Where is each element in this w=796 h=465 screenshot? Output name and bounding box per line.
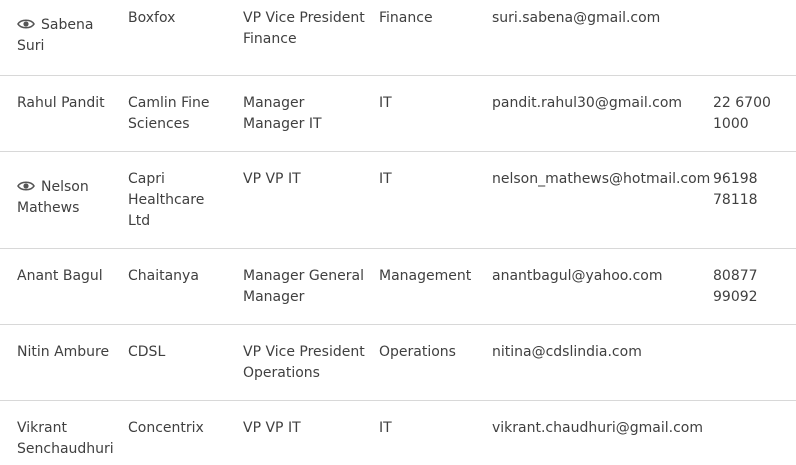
email-cell[interactable]: suri.sabena@gmail.com [492, 8, 707, 29]
company-cell: Chaitanya [128, 268, 199, 284]
company-cell: Camlin Fine Sciences [128, 95, 210, 132]
email-cell[interactable]: nitina@cdslindia.com [492, 342, 707, 363]
department-cell: Finance [379, 10, 433, 26]
designation-cell: Manager Manager IT [243, 95, 322, 132]
phone-cell: 96198 78118 [713, 171, 758, 208]
department-cell: Operations [379, 344, 456, 360]
contact-name-cell[interactable]: Anant Bagul [17, 266, 117, 287]
table-row: Vikrant Senchaudhuri Concentrix VP VP IT… [0, 401, 796, 465]
table-row: Nelson Mathews Capri Healthcare Ltd VP V… [0, 152, 796, 249]
contact-name-cell[interactable]: Nitin Ambure [17, 342, 117, 363]
contact-name-cell[interactable]: Sabena Suri [17, 15, 117, 57]
contact-name: Rahul Pandit [17, 95, 105, 111]
designation-cell: Manager General Manager [243, 268, 364, 305]
contacts-table: Sabena Suri Boxfox VP Vice President Fin… [0, 0, 796, 465]
company-cell: Capri Healthcare Ltd [128, 171, 205, 229]
contact-name: Anant Bagul [17, 268, 103, 284]
contact-name-cell[interactable]: Nelson Mathews [17, 177, 117, 219]
designation-cell: VP VP IT [243, 171, 301, 187]
eye-icon[interactable] [17, 180, 35, 192]
company-cell: CDSL [128, 344, 166, 360]
email-cell[interactable]: pandit.rahul30@gmail.com [492, 93, 707, 114]
eye-icon[interactable] [17, 18, 35, 30]
email-cell[interactable]: nelson_mathews@hotmail.com [492, 169, 710, 190]
table-row: Nitin Ambure CDSL VP Vice President Oper… [0, 325, 796, 401]
company-cell: Boxfox [128, 10, 176, 26]
designation-cell: VP VP IT [243, 420, 301, 436]
table-row: Anant Bagul Chaitanya Manager General Ma… [0, 249, 796, 325]
department-cell: Management [379, 268, 472, 284]
table-row: Sabena Suri Boxfox VP Vice President Fin… [0, 0, 796, 76]
contact-name: Nitin Ambure [17, 344, 110, 360]
designation-cell: VP Vice President Finance [243, 10, 365, 47]
contact-name: Vikrant Senchaudhuri [17, 420, 114, 457]
email-cell[interactable]: vikrant.chaudhuri@gmail.com [492, 418, 707, 439]
department-cell: IT [379, 420, 392, 436]
table-row: Rahul Pandit Camlin Fine Sciences Manage… [0, 76, 796, 152]
contact-name-cell[interactable]: Vikrant Senchaudhuri [17, 418, 117, 460]
phone-cell: 22 6700 1000 [713, 95, 771, 132]
company-cell: Concentrix [128, 420, 204, 436]
contact-name-cell[interactable]: Rahul Pandit [17, 93, 117, 114]
phone-cell: 80877 99092 [713, 268, 758, 305]
email-cell[interactable]: anantbagul@yahoo.com [492, 266, 707, 287]
department-cell: IT [379, 95, 392, 111]
designation-cell: VP Vice President Operations [243, 344, 365, 381]
department-cell: IT [379, 171, 392, 187]
